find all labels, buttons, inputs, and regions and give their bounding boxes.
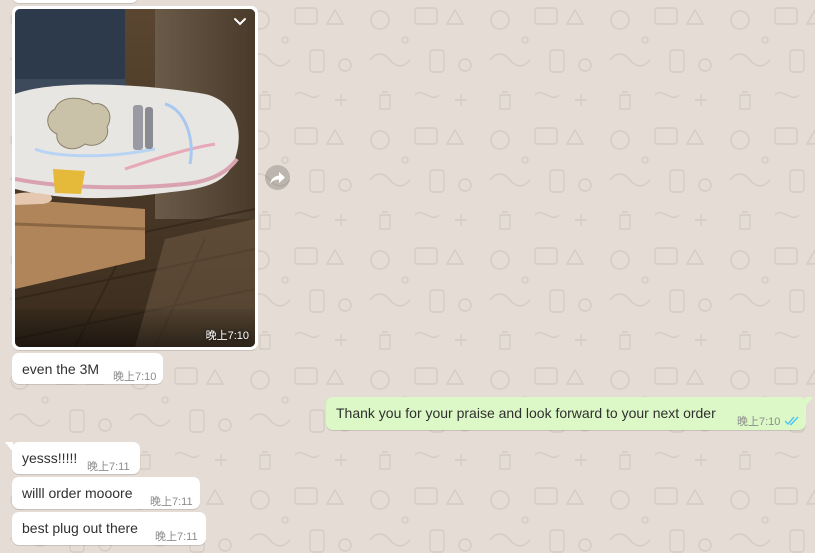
image-message[interactable]: 晚上7:10 — [12, 6, 258, 350]
previous-message-bubble — [12, 0, 138, 3]
outgoing-bubble-tail — [805, 397, 813, 407]
incoming-message[interactable]: even the 3M 晚上7:10 — [12, 353, 163, 384]
shoe-photo-image — [15, 9, 255, 347]
incoming-message[interactable]: yesss!!!!! 晚上7:11 — [12, 442, 140, 474]
message-text: Thank you for your praise and look forwa… — [336, 405, 716, 421]
message-text: willl order mooore — [22, 485, 133, 501]
message-text: even the 3M — [22, 361, 100, 377]
message-time: 晚上7:10 — [205, 330, 249, 342]
incoming-message[interactable]: willl order mooore 晚上7:11 — [12, 477, 200, 509]
incoming-message[interactable]: best plug out there 晚上7:11 — [12, 512, 206, 545]
message-text: yesss!!!!! — [22, 450, 78, 466]
double-check-icon — [784, 416, 799, 426]
message-time: 晚上7:11 — [87, 461, 130, 473]
shoe-photo[interactable]: 晚上7:10 — [15, 9, 255, 347]
message-time: 晚上7:10 — [113, 371, 157, 383]
message-time: 晚上7:10 — [737, 416, 781, 428]
chevron-down-icon[interactable] — [231, 13, 249, 31]
message-text: best plug out there — [22, 520, 138, 536]
message-time: 晚上7:11 — [150, 496, 193, 508]
forward-button[interactable] — [265, 165, 290, 190]
message-time: 晚上7:11 — [155, 531, 198, 543]
outgoing-message[interactable]: Thank you for your praise and look forwa… — [326, 397, 806, 430]
forward-icon — [270, 172, 285, 184]
